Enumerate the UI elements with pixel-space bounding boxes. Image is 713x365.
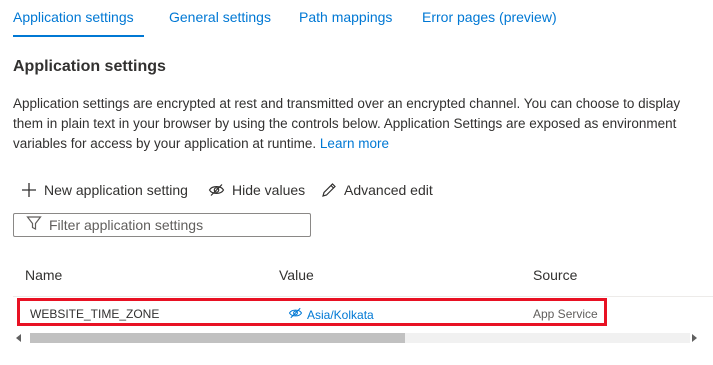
row-value-text: Asia/Kolkata bbox=[307, 307, 374, 322]
row-source-cell: App Service bbox=[533, 307, 598, 321]
filter-box bbox=[13, 213, 311, 237]
column-header-value[interactable]: Value bbox=[279, 267, 314, 283]
pencil-icon bbox=[321, 182, 337, 198]
eye-hide-icon bbox=[208, 183, 225, 197]
scroll-right-arrow[interactable] bbox=[692, 334, 697, 342]
eye-hide-icon bbox=[288, 307, 303, 322]
column-header-source[interactable]: Source bbox=[533, 267, 577, 283]
filter-icon bbox=[14, 215, 49, 236]
advanced-edit-label: Advanced edit bbox=[344, 182, 433, 198]
scrollbar-thumb[interactable] bbox=[30, 333, 405, 343]
new-application-setting-button[interactable]: New application setting bbox=[21, 180, 188, 200]
learn-more-link[interactable]: Learn more bbox=[320, 136, 389, 151]
section-title: Application settings bbox=[13, 58, 166, 75]
advanced-edit-button[interactable]: Advanced edit bbox=[321, 180, 433, 200]
column-header-name[interactable]: Name bbox=[25, 267, 62, 283]
scroll-left-arrow[interactable] bbox=[16, 334, 21, 342]
horizontal-scrollbar[interactable] bbox=[13, 331, 700, 345]
row-divider bbox=[13, 296, 713, 297]
plus-icon bbox=[21, 182, 37, 198]
hide-values-button[interactable]: Hide values bbox=[208, 180, 305, 200]
tab-error-pages[interactable]: Error pages (preview) bbox=[422, 9, 557, 25]
tab-application-settings[interactable]: Application settings bbox=[13, 9, 134, 25]
filter-input[interactable] bbox=[49, 217, 299, 233]
hide-values-label: Hide values bbox=[232, 182, 306, 198]
tab-bar: Application settings General settings Pa… bbox=[0, 0, 713, 40]
tab-general-settings[interactable]: General settings bbox=[169, 9, 271, 25]
section-description: Application settings are encrypted at re… bbox=[13, 94, 693, 154]
new-application-setting-label: New application setting bbox=[44, 182, 188, 198]
row-name-cell[interactable]: WEBSITE_TIME_ZONE bbox=[30, 307, 159, 321]
active-tab-indicator bbox=[13, 35, 144, 37]
tab-path-mappings[interactable]: Path mappings bbox=[299, 9, 392, 25]
row-value-cell[interactable]: Asia/Kolkata bbox=[288, 307, 374, 322]
